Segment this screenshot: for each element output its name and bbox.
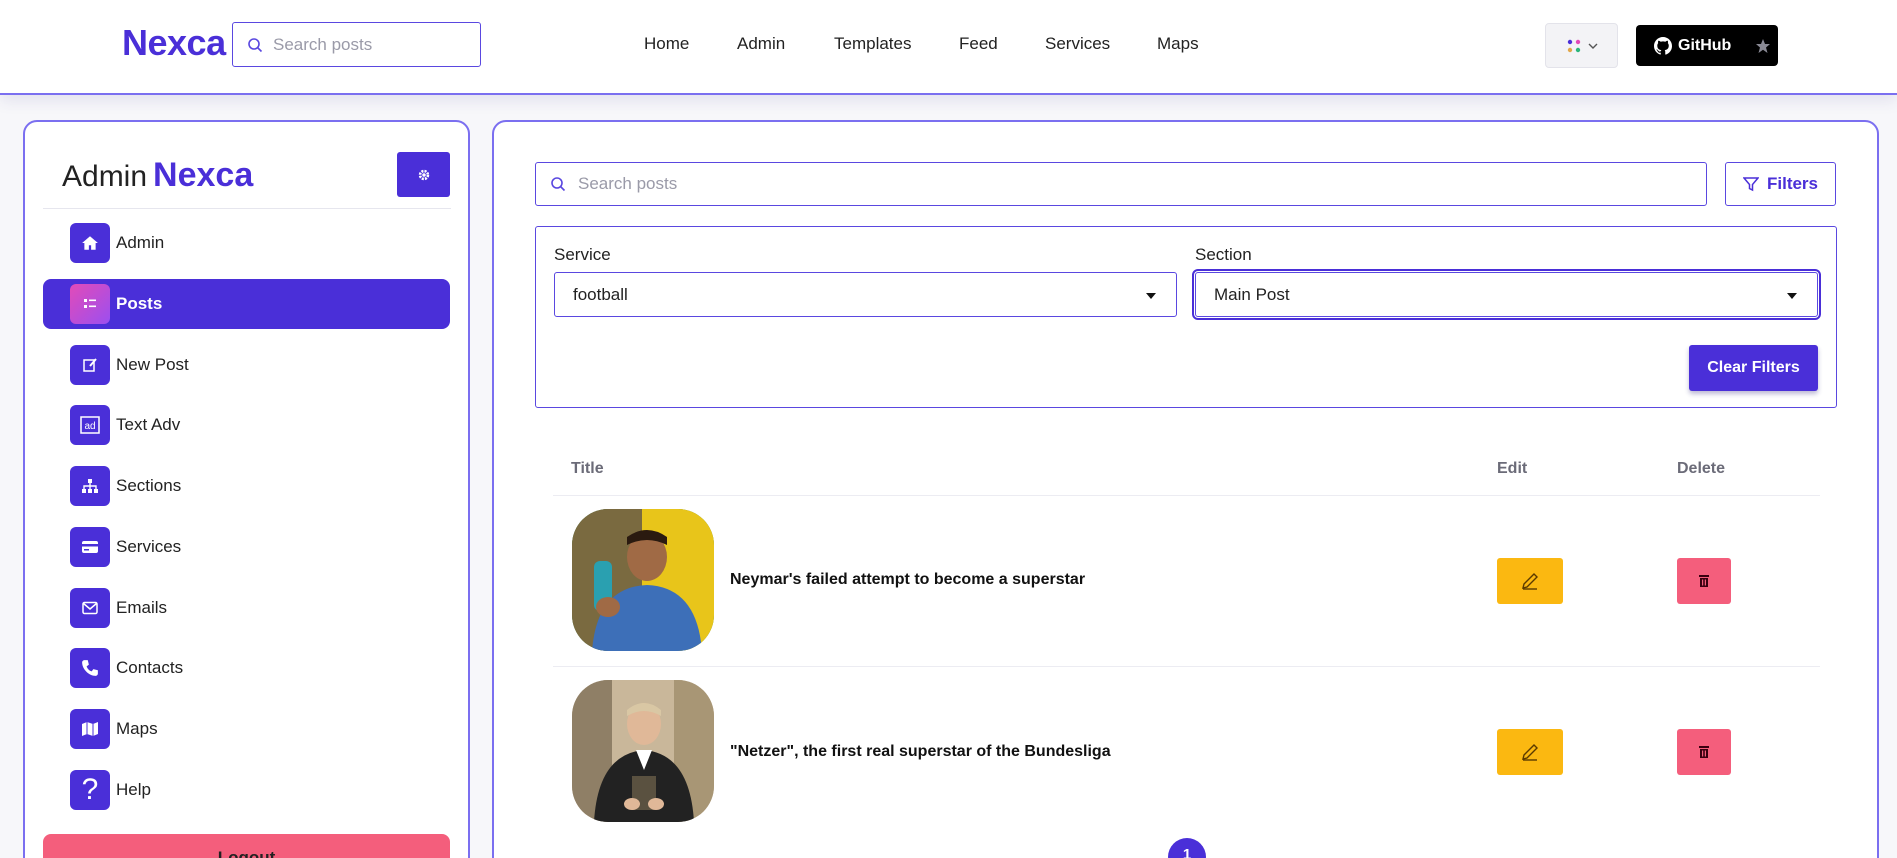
grid-icon xyxy=(1567,39,1580,52)
chevron-down-icon xyxy=(1588,43,1597,49)
top-navbar: Nexca Home Admin Templates Feed Services… xyxy=(0,0,1897,95)
nav-link-home[interactable]: Home xyxy=(644,34,689,54)
filter-panel: Service football Section Main Post Clear… xyxy=(535,226,1837,408)
header-search-box[interactable] xyxy=(232,22,481,67)
nav-link-maps[interactable]: Maps xyxy=(1157,34,1199,54)
card-icon xyxy=(70,527,110,567)
caret-down-icon xyxy=(1787,293,1797,299)
trash-icon xyxy=(1699,575,1709,587)
edit-button[interactable] xyxy=(1497,729,1563,775)
filter-icon xyxy=(1742,177,1759,192)
nav-link-feed[interactable]: Feed xyxy=(959,34,998,54)
admin-sidebar: Admin Nexca Admin Posts New Post ad Text … xyxy=(23,120,470,858)
sidebar-item-contacts[interactable]: Contacts xyxy=(43,643,450,693)
pagination-page-button[interactable]: 1 xyxy=(1168,838,1206,858)
posts-search-input[interactable] xyxy=(578,174,1678,194)
filters-label: Filters xyxy=(1766,174,1819,193)
svg-text:ad: ad xyxy=(84,421,95,432)
sidebar-divider xyxy=(43,208,451,209)
section-select-value: Main Post xyxy=(1214,284,1290,304)
github-label: GitHub xyxy=(1678,36,1732,54)
sidebar-title-brand: Nexca xyxy=(153,156,254,194)
post-title[interactable]: "Netzer", the first real superstar of th… xyxy=(730,743,1111,761)
sidebar-item-label: Admin xyxy=(116,233,165,252)
service-label: Service xyxy=(554,245,611,264)
edit-icon xyxy=(70,345,110,385)
filters-button[interactable]: Filters xyxy=(1725,162,1836,206)
gear-icon xyxy=(418,169,429,180)
sidebar-item-label: Posts xyxy=(116,294,163,313)
delete-button[interactable] xyxy=(1677,558,1731,604)
sidebar-item-label: Sections xyxy=(116,476,182,495)
table-divider xyxy=(553,495,1820,496)
phone-icon xyxy=(70,648,110,688)
home-icon xyxy=(70,223,110,263)
post-thumbnail xyxy=(572,680,714,822)
sidebar-item-label: New Post xyxy=(116,355,189,374)
posts-search-box[interactable] xyxy=(535,162,1707,206)
language-selector[interactable] xyxy=(1545,23,1618,68)
posts-panel: Filters Service football Section Main Po… xyxy=(492,120,1879,858)
settings-button[interactable] xyxy=(397,152,450,197)
github-button[interactable]: GitHub xyxy=(1636,25,1778,66)
sidebar-item-sections[interactable]: Sections xyxy=(43,461,450,511)
sidebar-item-emails[interactable]: Emails xyxy=(43,583,450,633)
trash-icon xyxy=(1699,746,1709,758)
clear-filters-button[interactable]: Clear Filters xyxy=(1689,345,1818,391)
search-icon xyxy=(551,177,566,192)
column-header-title: Title xyxy=(571,460,604,477)
section-select[interactable]: Main Post xyxy=(1192,269,1821,320)
nav-link-templates[interactable]: Templates xyxy=(834,34,911,54)
star-icon xyxy=(1756,38,1771,53)
search-icon xyxy=(248,37,263,52)
nav-link-admin[interactable]: Admin xyxy=(737,34,785,54)
site-logo[interactable]: Nexca xyxy=(122,22,226,64)
sitemap-icon xyxy=(70,466,110,506)
delete-button[interactable] xyxy=(1677,729,1731,775)
help-icon: ? xyxy=(70,770,110,810)
post-title[interactable]: Neymar's failed attempt to become a supe… xyxy=(730,571,1085,589)
mail-icon xyxy=(70,588,110,628)
pencil-icon xyxy=(1522,744,1538,761)
sidebar-item-new-post[interactable]: New Post xyxy=(43,340,450,390)
post-thumbnail xyxy=(572,509,714,651)
logout-button[interactable]: Logout xyxy=(43,834,450,858)
sidebar-item-label: Emails xyxy=(116,598,168,617)
sidebar-item-label: Contacts xyxy=(116,658,184,677)
edit-button[interactable] xyxy=(1497,558,1563,604)
pencil-icon xyxy=(1522,573,1538,590)
sidebar-item-text-adv[interactable]: ad Text Adv xyxy=(43,400,450,450)
github-icon xyxy=(1654,36,1672,55)
sidebar-item-maps[interactable]: Maps xyxy=(43,704,450,754)
sidebar-title: Admin Nexca xyxy=(62,156,253,195)
sidebar-title-prefix: Admin xyxy=(62,160,148,193)
sidebar-item-admin[interactable]: Admin xyxy=(43,218,450,268)
column-header-delete: Delete xyxy=(1677,460,1726,477)
column-header-edit: Edit xyxy=(1497,460,1528,477)
sidebar-item-posts[interactable]: Posts xyxy=(43,279,450,329)
service-select[interactable]: football xyxy=(554,272,1177,317)
sidebar-item-label: Maps xyxy=(116,719,158,738)
section-label: Section xyxy=(1195,245,1252,264)
list-icon xyxy=(70,284,110,324)
ad-icon: ad xyxy=(70,405,110,445)
table-divider xyxy=(553,666,1820,667)
sidebar-item-services[interactable]: Services xyxy=(43,522,450,572)
header-search-input[interactable] xyxy=(273,34,473,55)
sidebar-item-help[interactable]: ? Help xyxy=(43,765,450,815)
nav-link-services[interactable]: Services xyxy=(1045,34,1110,54)
service-select-value: football xyxy=(573,284,628,304)
sidebar-item-label: Help xyxy=(116,780,151,799)
caret-down-icon xyxy=(1146,293,1156,299)
sidebar-item-label: Services xyxy=(116,537,182,556)
sidebar-item-label: Text Adv xyxy=(116,415,181,434)
map-icon xyxy=(70,709,110,749)
